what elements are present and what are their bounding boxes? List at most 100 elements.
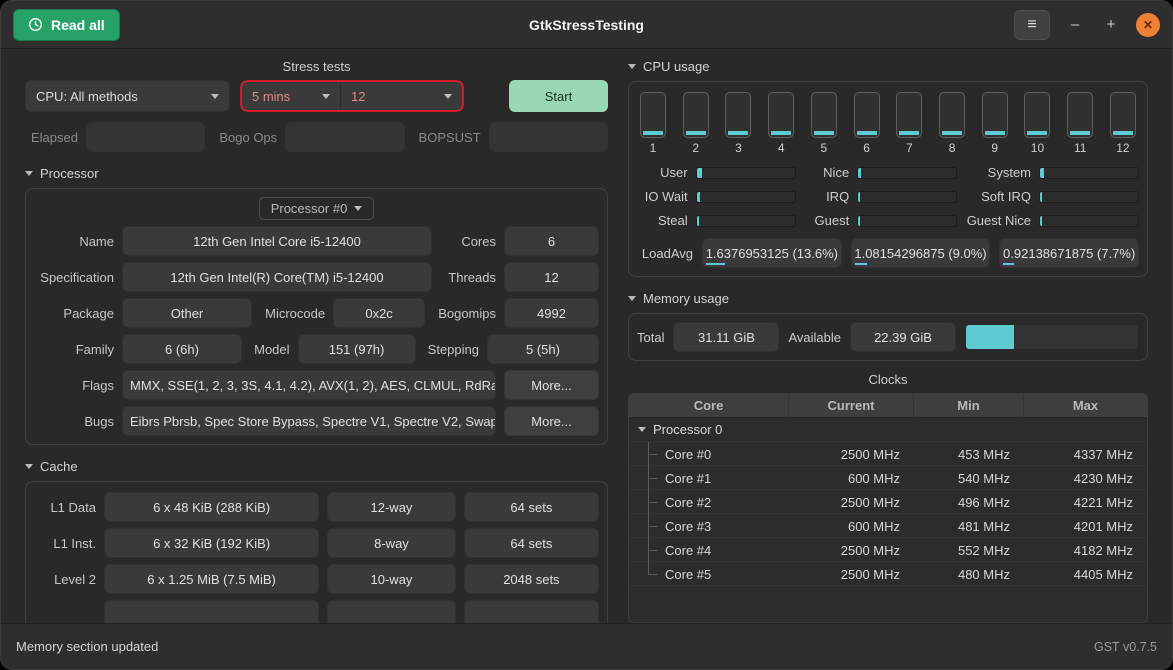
family-field[interactable]: 6 (6h) (122, 334, 242, 364)
bogo-ops-field[interactable] (285, 122, 404, 152)
family-value: 6 (6h) (165, 342, 199, 357)
cache-expander[interactable]: Cache (25, 459, 608, 474)
hamburger-icon: ≡ (1027, 16, 1036, 33)
maximize-button[interactable]: + (1100, 16, 1122, 33)
core-meter-12: 12 (1110, 92, 1136, 155)
current-column-header[interactable]: Current (789, 394, 914, 417)
loadavg-row: LoadAvg 1.6376953125 (13.6%) 1.081542968… (637, 238, 1139, 268)
bogomips-field[interactable]: 4992 (504, 298, 599, 328)
stress-duration-dropdown[interactable]: 5 mins (242, 82, 340, 110)
loadavg-15min-field[interactable]: 0.92138671875 (7.7%) (999, 238, 1139, 268)
core-meter-8: 8 (939, 92, 965, 155)
stress-method-value: CPU: All methods (36, 89, 203, 104)
expander-arrow-icon (628, 296, 636, 301)
read-all-button[interactable]: Read all (13, 9, 120, 41)
memory-usage-section-label: Memory usage (643, 291, 729, 306)
cache-sets-field[interactable] (464, 600, 599, 623)
stepping-label: Stepping (424, 342, 479, 357)
flags-more-button[interactable]: More... (504, 370, 599, 400)
clocks-core-row[interactable]: Core #1 600 MHz 540 MHz 4230 MHz (629, 466, 1147, 490)
menu-button[interactable]: ≡ (1014, 10, 1050, 40)
level2-sets-field[interactable]: 2048 sets (464, 564, 599, 594)
cpu-usage-expander[interactable]: CPU usage (628, 59, 1148, 74)
loadavg-1min-field[interactable]: 1.6376953125 (13.6%) (702, 238, 842, 268)
main-content: Stress tests CPU: All methods 5 mins 12 (1, 49, 1172, 623)
core-name: Core #1 (665, 471, 711, 486)
level2-size-field[interactable]: 6 x 1.25 MiB (7.5 MiB) (104, 564, 319, 594)
l1-inst-size-field[interactable]: 6 x 32 KiB (192 KiB) (104, 528, 319, 558)
core-meter-label: 12 (1110, 141, 1136, 155)
clocks-core-row[interactable]: Core #4 2500 MHz 552 MHz 4182 MHz (629, 538, 1147, 562)
cache-ways-value: 12-way (371, 500, 413, 515)
expander-arrow-icon (25, 171, 33, 176)
l1-data-sets-field[interactable]: 64 sets (464, 492, 599, 522)
core-current: 600 MHz (789, 471, 914, 486)
cache-size-field[interactable] (104, 600, 319, 623)
processor-section-label: Processor (40, 166, 99, 181)
stress-method-dropdown[interactable]: CPU: All methods (25, 80, 230, 112)
l1-inst-sets-field[interactable]: 64 sets (464, 528, 599, 558)
memory-usage-expander[interactable]: Memory usage (628, 291, 1148, 306)
memory-available-field[interactable]: 22.39 GiB (850, 322, 956, 352)
irq-levelbar (857, 191, 957, 203)
microcode-value: 0x2c (365, 306, 392, 321)
cores-label: Cores (440, 234, 496, 249)
stress-results-row: Elapsed Bogo Ops BOPSUST (25, 122, 608, 152)
clocks-core-row[interactable]: Core #3 600 MHz 481 MHz 4201 MHz (629, 514, 1147, 538)
clocks-core-row[interactable]: Core #0 2500 MHz 453 MHz 4337 MHz (629, 442, 1147, 466)
clocks-table: Core Current Min Max Processor 0 Core #0… (628, 393, 1148, 623)
core-column-header[interactable]: Core (629, 394, 789, 417)
threads-field[interactable]: 12 (504, 262, 599, 292)
bogomips-value: 4992 (537, 306, 566, 321)
core-max: 4405 MHz (1024, 567, 1147, 582)
core-meter-label: 8 (939, 141, 965, 155)
microcode-field[interactable]: 0x2c (333, 298, 425, 328)
l1-data-size-field[interactable]: 6 x 48 KiB (288 KiB) (104, 492, 319, 522)
specification-field[interactable]: 12th Gen Intel(R) Core(TM) i5-12400 (122, 262, 432, 292)
start-button[interactable]: Start (509, 80, 608, 112)
model-field[interactable]: 151 (97h) (298, 334, 416, 364)
clocks-group-row[interactable]: Processor 0 (629, 418, 1147, 442)
core-meter-label: 6 (854, 141, 880, 155)
stepping-field[interactable]: 5 (5h) (487, 334, 599, 364)
l1-data-ways-field[interactable]: 12-way (327, 492, 456, 522)
cache-size-value: 6 x 1.25 MiB (7.5 MiB) (147, 572, 276, 587)
name-field[interactable]: 12th Gen Intel Core i5-12400 (122, 226, 432, 256)
cache-ways-field[interactable] (327, 600, 456, 623)
memory-total-value: 31.11 GiB (698, 330, 755, 345)
stress-tests-title: Stress tests (25, 59, 608, 74)
processor-expander[interactable]: Processor (25, 166, 608, 181)
clocks-core-row[interactable]: Core #5 2500 MHz 480 MHz 4405 MHz (629, 562, 1147, 586)
user-levelbar (696, 167, 796, 179)
core-name: Core #0 (665, 447, 711, 462)
cache-panel: L1 Data 6 x 48 KiB (288 KiB) 12-way 64 s… (25, 481, 608, 623)
core-meter-11: 11 (1067, 92, 1093, 155)
cpu-usage-meters: User Nice System IO Wait IRQ Soft IRQ St… (637, 165, 1139, 228)
bogomips-label: Bogomips (433, 306, 496, 321)
l1-inst-ways-field[interactable]: 8-way (327, 528, 456, 558)
left-column: Stress tests CPU: All methods 5 mins 12 (25, 55, 608, 623)
cores-field[interactable]: 6 (504, 226, 599, 256)
minimize-button[interactable]: – (1064, 16, 1086, 33)
core-current: 2500 MHz (789, 495, 914, 510)
bopsust-field[interactable] (489, 122, 608, 152)
core-max: 4201 MHz (1024, 519, 1147, 534)
min-column-header[interactable]: Min (914, 394, 1024, 417)
stress-workers-dropdown[interactable]: 12 (340, 82, 462, 110)
cpu-core-meters: 1 2 3 4 5 6 7 8 9 10 11 12 (637, 90, 1139, 155)
flags-field[interactable]: MMX, SSE(1, 2, 3, 3S, 4.1, 4.2), AVX(1, … (122, 370, 496, 400)
processor-selector-dropdown[interactable]: Processor #0 (259, 197, 375, 220)
close-button[interactable]: ✕ (1136, 13, 1160, 37)
bugs-field[interactable]: Eibrs Pbrsb, Spec Store Bypass, Spectre … (122, 406, 496, 436)
memory-total-field[interactable]: 31.11 GiB (673, 322, 779, 352)
elapsed-field[interactable] (86, 122, 205, 152)
level2-ways-field[interactable]: 10-way (327, 564, 456, 594)
package-field[interactable]: Other (122, 298, 252, 328)
cpu-usage-section-label: CPU usage (643, 59, 709, 74)
bopsust-label: BOPSUST (413, 130, 481, 145)
bugs-more-button[interactable]: More... (504, 406, 599, 436)
max-column-header[interactable]: Max (1024, 394, 1147, 417)
loadavg-5min-field[interactable]: 1.08154296875 (9.0%) (851, 238, 991, 268)
clocks-core-row[interactable]: Core #2 2500 MHz 496 MHz 4221 MHz (629, 490, 1147, 514)
core-meter-5: 5 (811, 92, 837, 155)
